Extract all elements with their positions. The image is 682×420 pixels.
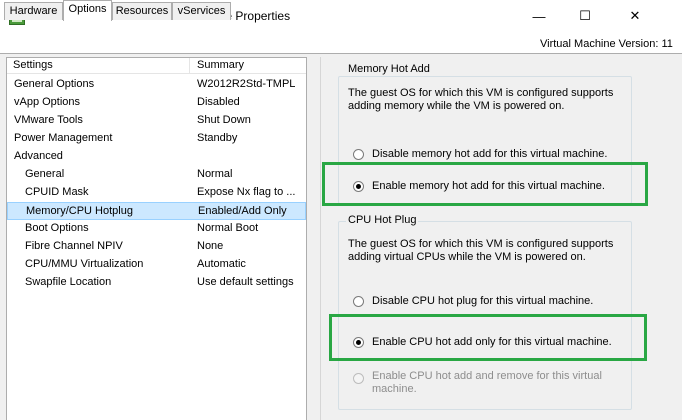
- tab-vservices[interactable]: vServices: [172, 2, 231, 20]
- setting-name: Memory/CPU Hotplug: [26, 205, 133, 217]
- enable-cpu-hot-add-remove-radio: [353, 373, 364, 384]
- setting-summary: Expose Nx flag to ...: [197, 186, 296, 198]
- setting-name: Swapfile Location: [25, 276, 112, 288]
- setting-summary: Automatic: [197, 258, 246, 270]
- settings-list-header: Settings Summary: [7, 58, 306, 74]
- setting-name: General: [25, 168, 65, 180]
- setting-name: Power Management: [14, 132, 113, 144]
- setting-name: Boot Options: [25, 222, 89, 234]
- settings-list-row[interactable]: General Options W2012R2Std-TMPL: [7, 76, 306, 94]
- setting-summary: Enabled/Add Only: [198, 205, 287, 217]
- setting-name: VMware Tools: [14, 114, 83, 126]
- settings-column-header[interactable]: Settings: [7, 58, 190, 73]
- cpu-option-highlight-box: [329, 314, 647, 361]
- setting-name: General Options: [14, 78, 95, 90]
- disable-memory-hot-add-option[interactable]: Disable memory hot add for this virtual …: [353, 146, 607, 162]
- enable-cpu-hot-add-remove-option: Enable CPU hot add and remove for this v…: [353, 370, 612, 398]
- settings-list[interactable]: Settings Summary General Options W2012R2S…: [6, 57, 307, 420]
- maximize-button[interactable]: ☐: [562, 0, 608, 32]
- memory-hot-add-description: The guest OS for which this VM is config…: [348, 87, 614, 112]
- tab-options[interactable]: Options: [63, 0, 112, 21]
- setting-name: CPU/MMU Virtualization: [25, 258, 144, 270]
- settings-list-row[interactable]: VMware Tools Shut Down: [7, 112, 306, 130]
- settings-list-row[interactable]: Boot Options Normal Boot: [7, 220, 306, 238]
- setting-name: vApp Options: [14, 96, 81, 108]
- disable-cpu-hot-plug-option[interactable]: Disable CPU hot plug for this virtual ma…: [353, 293, 593, 309]
- setting-name: CPUID Mask: [25, 186, 89, 198]
- tab-resources[interactable]: Resources: [112, 2, 172, 20]
- setting-name: Advanced: [14, 150, 63, 162]
- setting-summary: Use default settings: [197, 276, 294, 288]
- cpu-hot-plug-legend: CPU Hot Plug: [346, 214, 419, 226]
- minimize-button[interactable]: —: [516, 0, 562, 32]
- setting-summary: None: [197, 240, 224, 252]
- settings-list-row[interactable]: Swapfile Location Use default settings: [7, 274, 306, 292]
- setting-name: Fibre Channel NPIV: [25, 240, 123, 252]
- disable-cpu-hot-plug-radio[interactable]: [353, 295, 364, 307]
- memory-option-highlight-box: [322, 162, 648, 206]
- close-button[interactable]: ✕: [612, 0, 658, 32]
- setting-summary: Shut Down: [197, 114, 251, 126]
- setting-summary: W2012R2Std-TMPL: [197, 78, 296, 90]
- settings-list-row[interactable]: Memory/CPU Hotplug Enabled/Add Only: [7, 202, 306, 220]
- disable-memory-hot-add-radio[interactable]: [353, 148, 364, 160]
- settings-list-row[interactable]: CPUID Mask Expose Nx flag to ...: [7, 184, 306, 202]
- settings-list-row[interactable]: Fibre Channel NPIV None: [7, 238, 306, 256]
- settings-list-row[interactable]: CPU/MMU Virtualization Automatic: [7, 256, 306, 274]
- disable-memory-hot-add-label[interactable]: Disable memory hot add for this virtual …: [372, 148, 607, 160]
- settings-list-row[interactable]: Advanced: [7, 148, 306, 166]
- setting-summary: Disabled: [197, 96, 240, 108]
- setting-summary: Normal: [197, 168, 233, 180]
- disable-cpu-hot-plug-label[interactable]: Disable CPU hot plug for this virtual ma…: [372, 295, 593, 307]
- setting-summary: Normal Boot: [197, 222, 259, 234]
- settings-list-row[interactable]: General Normal: [7, 166, 306, 184]
- cpu-hot-plug-description: The guest OS for which this VM is config…: [348, 238, 614, 263]
- enable-cpu-hot-add-remove-label: Enable CPU hot add and remove for this v…: [372, 370, 602, 395]
- setting-summary: Standby: [197, 132, 238, 144]
- tab-hardware[interactable]: Hardware: [4, 2, 63, 20]
- settings-list-row[interactable]: vApp Options Disabled: [7, 94, 306, 112]
- vm-version-label: Virtual Machine Version: 11: [540, 38, 673, 50]
- memory-hot-add-legend: Memory Hot Add: [346, 63, 432, 75]
- summary-column-header[interactable]: Summary: [191, 58, 306, 73]
- panel-divider: [320, 57, 321, 420]
- settings-list-row[interactable]: Power Management Standby: [7, 130, 306, 148]
